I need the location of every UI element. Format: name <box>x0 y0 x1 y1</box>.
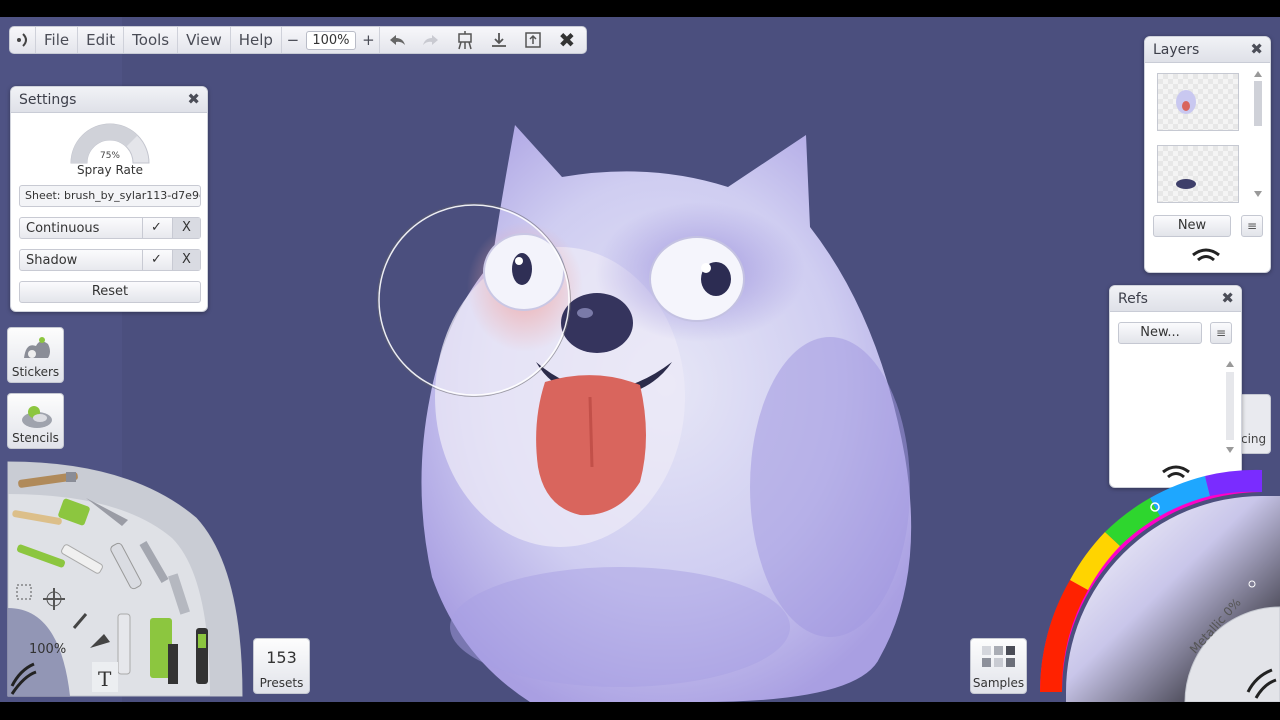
crayon-tool[interactable] <box>117 613 131 675</box>
samples-label: Samples <box>972 676 1025 690</box>
nose-shine <box>577 308 593 318</box>
layers-scrollbar[interactable] <box>1252 69 1264 199</box>
stencils-label: Stencils <box>12 431 59 445</box>
new-reference-button[interactable]: New... <box>1118 322 1202 344</box>
menu-view[interactable]: View <box>178 27 231 53</box>
samples-icon <box>982 646 1015 667</box>
stencils-button[interactable]: Stencils <box>7 393 64 449</box>
canvas-zoom-label: 100% <box>29 642 67 657</box>
menu-tools[interactable]: Tools <box>124 27 179 53</box>
refs-scrollbar[interactable] <box>1223 358 1237 456</box>
app-logo-icon[interactable] <box>10 27 36 53</box>
layers-menu-icon[interactable]: ≡ <box>1241 215 1263 237</box>
tool-picker-wheel: T <box>7 461 243 697</box>
artrage-app: File Edit Tools View Help − 100% + ✖ Set… <box>0 0 1280 720</box>
ink-pen-tool[interactable] <box>196 628 208 684</box>
nose <box>561 293 633 353</box>
refs-close-icon[interactable]: ✖ <box>1221 289 1234 307</box>
continuous-x-button[interactable]: X <box>172 218 200 238</box>
presets-count: 153 <box>266 648 297 667</box>
zoom-out-button[interactable]: − <box>282 27 304 53</box>
refs-title: Refs <box>1118 291 1148 307</box>
letterbox-top <box>0 0 1280 17</box>
stencils-icon <box>22 406 52 428</box>
refs-menu-icon[interactable]: ≡ <box>1210 322 1232 344</box>
letterbox-bottom <box>0 702 1280 720</box>
zoom-in-button[interactable]: + <box>358 27 380 53</box>
layers-collapse-icon[interactable] <box>1191 247 1221 269</box>
presets-label: Presets <box>259 676 304 690</box>
layers-title: Layers <box>1153 42 1200 58</box>
shadow-bottom <box>450 567 790 687</box>
settings-header[interactable]: Settings ✖ <box>11 87 207 113</box>
text-tool[interactable]: T <box>92 662 118 692</box>
samples-button[interactable]: Samples <box>970 638 1027 694</box>
tongue-line <box>588 396 594 468</box>
spray-rate-label: Spray Rate <box>77 163 143 177</box>
download-icon[interactable] <box>482 27 516 53</box>
stickers-label: Stickers <box>11 365 60 379</box>
shadow-side <box>750 337 910 637</box>
references-list <box>1116 354 1236 464</box>
shadow-x-button[interactable]: X <box>172 250 200 270</box>
spray-rate-value: 75% <box>99 151 120 161</box>
continuous-check-button[interactable]: ✓ <box>142 218 170 238</box>
main-toolbar: File Edit Tools View Help − 100% + ✖ <box>9 26 587 54</box>
stickers-icon <box>24 337 50 358</box>
settings-close-icon[interactable]: ✖ <box>187 90 200 108</box>
tracing-label: cing <box>1241 432 1267 446</box>
continuous-row: Continuous ✓ X <box>19 217 201 239</box>
layers-header[interactable]: Layers ✖ <box>1145 37 1270 63</box>
new-layer-button[interactable]: New <box>1153 215 1231 237</box>
left-pupil <box>512 253 532 285</box>
settings-title: Settings <box>19 92 77 108</box>
layers-panel: Layers ✖ New ≡ <box>1144 36 1271 273</box>
layer-item[interactable] <box>1157 145 1239 203</box>
shadow-row: Shadow ✓ X <box>19 249 201 271</box>
redo-icon[interactable] <box>414 27 448 53</box>
references-panel: Refs ✖ New... ≡ <box>1109 285 1242 488</box>
easel-icon[interactable] <box>448 27 482 53</box>
sheet-field[interactable]: Sheet: brush_by_sylar113-d7e9c <box>19 185 201 207</box>
tracing-panel-tab[interactable]: cing <box>1238 394 1271 454</box>
presets-button[interactable]: 153 Presets <box>253 638 310 694</box>
zoom-field[interactable]: 100% <box>305 30 356 50</box>
undo-icon[interactable] <box>380 27 414 53</box>
export-icon[interactable] <box>516 27 550 53</box>
color-picker[interactable] <box>1030 460 1280 702</box>
layers-close-icon[interactable]: ✖ <box>1250 40 1263 58</box>
menu-file[interactable]: File <box>36 27 79 53</box>
settings-panel: Settings ✖ 75% Spray Rate Sheet: brush_b… <box>10 86 208 312</box>
shadow-check-button[interactable]: ✓ <box>142 250 170 270</box>
stickers-button[interactable]: Stickers <box>7 327 64 383</box>
refs-header[interactable]: Refs ✖ <box>1110 286 1241 312</box>
shadow-label: Shadow <box>26 253 78 268</box>
layer-item[interactable] <box>1157 73 1239 131</box>
left-eye-shine <box>515 257 523 265</box>
right-eye-shine <box>701 263 711 273</box>
close-icon[interactable]: ✖ <box>550 27 584 53</box>
continuous-label: Continuous <box>26 221 100 236</box>
reset-button[interactable]: Reset <box>19 281 201 303</box>
text-tool-label: T <box>98 667 112 691</box>
menu-help[interactable]: Help <box>231 27 282 53</box>
menu-edit[interactable]: Edit <box>78 27 125 53</box>
